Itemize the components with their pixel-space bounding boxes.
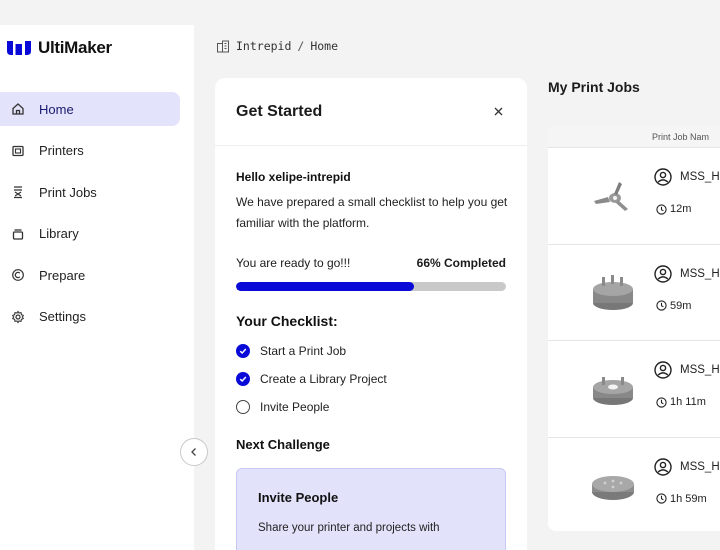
challenge-title: Invite People [258, 490, 339, 505]
checklist-item-label: Start a Print Job [260, 344, 347, 358]
sidebar-item-label: Prepare [39, 267, 86, 283]
ultimaker-logo-icon [7, 41, 31, 55]
breadcrumb-org[interactable]: Intrepid [236, 39, 291, 53]
sidebar-nav: Home Printers Print Jobs Library Prepare [0, 92, 194, 341]
building-icon [217, 40, 229, 52]
print-jobs-title: My Print Jobs [548, 79, 640, 95]
clock-icon [656, 493, 667, 504]
collapse-sidebar-button[interactable] [180, 438, 208, 466]
progress-bar [236, 282, 506, 291]
sidebar-item-label: Printers [39, 143, 84, 158]
user-icon [654, 361, 672, 379]
sidebar-item-prepare[interactable]: Prepare [0, 258, 180, 292]
progress-bar-fill [236, 282, 415, 291]
challenge-text: Share your printer and projects with [258, 522, 440, 534]
close-icon [494, 107, 502, 116]
progress-status: You are ready to go!!! [236, 256, 351, 270]
user-icon [654, 264, 672, 283]
clock-icon [656, 203, 667, 215]
checklist-item[interactable]: Create a Library Project [236, 371, 506, 387]
cylinder-part-thumbnail [593, 274, 633, 310]
breadcrumb-separator: / [297, 39, 305, 53]
print-jobs-table: Print Job Nam MSS_H 12m MSS_H 59m MSS_H … [548, 126, 720, 531]
sidebar: UltiMaker Home Printers Print Jobs Libra… [0, 25, 194, 550]
clock-icon [656, 300, 667, 311]
challenge-card[interactable]: Invite People Share your printer and pro… [236, 468, 506, 550]
checklist: Start a Print Job Create a Library Proje… [236, 343, 506, 415]
job-name: MSS_H [680, 364, 720, 376]
card-header: Get Started [215, 78, 527, 146]
checked-circle-icon [236, 372, 250, 386]
clock-icon [656, 396, 667, 408]
sidebar-item-label: Library [39, 226, 79, 241]
breadcrumb: Intrepid / Home [216, 39, 338, 53]
print-jobs-icon [10, 184, 26, 200]
sidebar-item-label: Home [39, 101, 74, 117]
sidebar-item-printers[interactable]: Printers [0, 134, 180, 168]
user-icon [654, 457, 672, 476]
empty-circle-icon [236, 400, 250, 414]
checklist-title: Your Checklist: [236, 313, 338, 329]
checklist-item[interactable]: Start a Print Job [236, 343, 506, 359]
job-duration-label: 1h 11m [670, 396, 706, 408]
job-duration-label: 59m [670, 299, 692, 312]
checklist-item-label: Invite People [260, 400, 330, 414]
sidebar-item-home[interactable]: Home [0, 92, 180, 126]
printer-icon [10, 143, 26, 159]
get-started-card: Get Started Hello xelipe-intrepid We hav… [215, 78, 527, 550]
job-duration: 1h 11m [656, 396, 706, 408]
prepare-icon [10, 267, 26, 283]
tripod-part-thumbnail [594, 182, 628, 211]
progress-row: You are ready to go!!! 66% Completed [236, 256, 506, 270]
sidebar-item-settings[interactable]: Settings [0, 300, 180, 334]
sidebar-item-label: Print Jobs [39, 184, 97, 200]
checked-circle-icon [236, 344, 250, 358]
sidebar-item-library[interactable]: Library [0, 217, 180, 251]
checklist-item[interactable]: Invite People [236, 399, 506, 415]
next-challenge-title: Next Challenge [236, 437, 330, 452]
job-duration: 1h 59m [656, 493, 707, 505]
job-name: MSS_H [680, 267, 720, 280]
job-duration: 12m [656, 203, 691, 215]
job-name: MSS_H [680, 171, 720, 183]
table-row[interactable]: MSS_H 1h 11m [548, 341, 720, 438]
sidebar-item-label: Settings [39, 309, 86, 324]
home-icon [10, 101, 26, 117]
table-row[interactable]: MSS_H 1h 59m [548, 438, 720, 532]
job-name: MSS_H [680, 460, 720, 473]
ring-part-thumbnail [593, 377, 633, 405]
card-body: Hello xelipe-intrepid We have prepared a… [215, 170, 527, 550]
greeting: Hello xelipe-intrepid [236, 170, 351, 184]
card-title: Get Started [236, 102, 323, 120]
user-icon [654, 168, 672, 186]
job-duration-label: 1h 59m [670, 492, 707, 505]
library-icon [10, 226, 26, 242]
progress-label: 66% Completed [416, 256, 506, 270]
close-button[interactable] [489, 103, 507, 121]
sidebar-item-print-jobs[interactable]: Print Jobs [0, 175, 180, 209]
intro-text: We have prepared a small checklist to he… [236, 195, 508, 230]
checklist-item-label: Create a Library Project [260, 372, 387, 386]
job-duration: 59m [656, 300, 691, 312]
table-row[interactable]: MSS_H 12m [548, 148, 720, 245]
brand-name: UltiMaker [38, 38, 112, 57]
breadcrumb-current-page: Home [310, 39, 339, 53]
chevron-left-icon [191, 448, 196, 456]
disc-part-thumbnail [592, 475, 634, 500]
ultimaker-logo[interactable]: UltiMaker [6, 38, 112, 58]
column-header-print-job-name[interactable]: Print Job Nam [548, 126, 720, 148]
table-row[interactable]: MSS_H 59m [548, 245, 720, 341]
job-duration-label: 12m [670, 203, 692, 215]
gear-icon [10, 309, 26, 325]
